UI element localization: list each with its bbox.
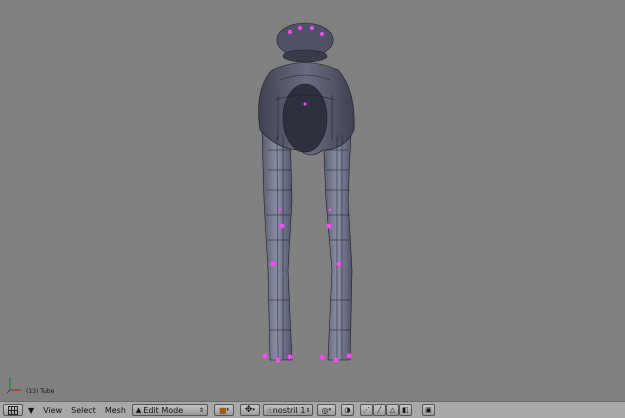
3d-viewport[interactable]: (13) Tube (0, 0, 625, 401)
object-info-label: (13) Tube (26, 388, 55, 395)
edge-select-icon[interactable]: ╱ (372, 404, 386, 416)
shape-key-label: nostril 1 (272, 405, 306, 415)
pivot-cube-icon[interactable]: ■ ▾ (213, 404, 234, 416)
proportional-icon[interactable]: ◎ ▾ (316, 404, 336, 416)
menu-collapse-icon[interactable]: ▼ (28, 406, 34, 415)
snap-magnet-icon[interactable]: ◑ (340, 404, 354, 416)
move-arrows-icon[interactable]: ✥ ▾ (239, 404, 260, 416)
axis-gizmo (4, 374, 26, 396)
mesh-body (258, 22, 355, 361)
chevron-down-icon: ⇕ (198, 406, 204, 414)
occlude-geometry-icon[interactable]: ◧ (398, 404, 412, 416)
window-type-grid-icon[interactable] (3, 404, 23, 416)
shape-key-dropdown[interactable]: ☝ nostril 1 ⇕ (262, 404, 313, 416)
face-select-icon[interactable]: △ (385, 404, 399, 416)
mode-label: Edit Mode (143, 405, 184, 415)
menu-view[interactable]: View (43, 406, 62, 415)
creature-mesh[interactable] (0, 0, 625, 401)
mode-dropdown[interactable]: ▲ Edit Mode ⇕ (131, 404, 208, 416)
menu-select[interactable]: Select (71, 406, 96, 415)
hand-pointer-icon: ☝ (266, 405, 272, 415)
render-preview-icon[interactable]: ▣ (421, 404, 435, 416)
triangle-mesh-icon: ▲ (135, 406, 142, 414)
chevron-down-icon: ⇕ (305, 406, 311, 414)
viewport-header: ▼ View Select Mesh ▲ Edit Mode ⇕ ■ ▾ ✥ ▾ ☝… (0, 401, 625, 418)
vertex-select-icon[interactable]: ⋰ (359, 404, 373, 416)
menu-mesh[interactable]: Mesh (105, 406, 126, 415)
